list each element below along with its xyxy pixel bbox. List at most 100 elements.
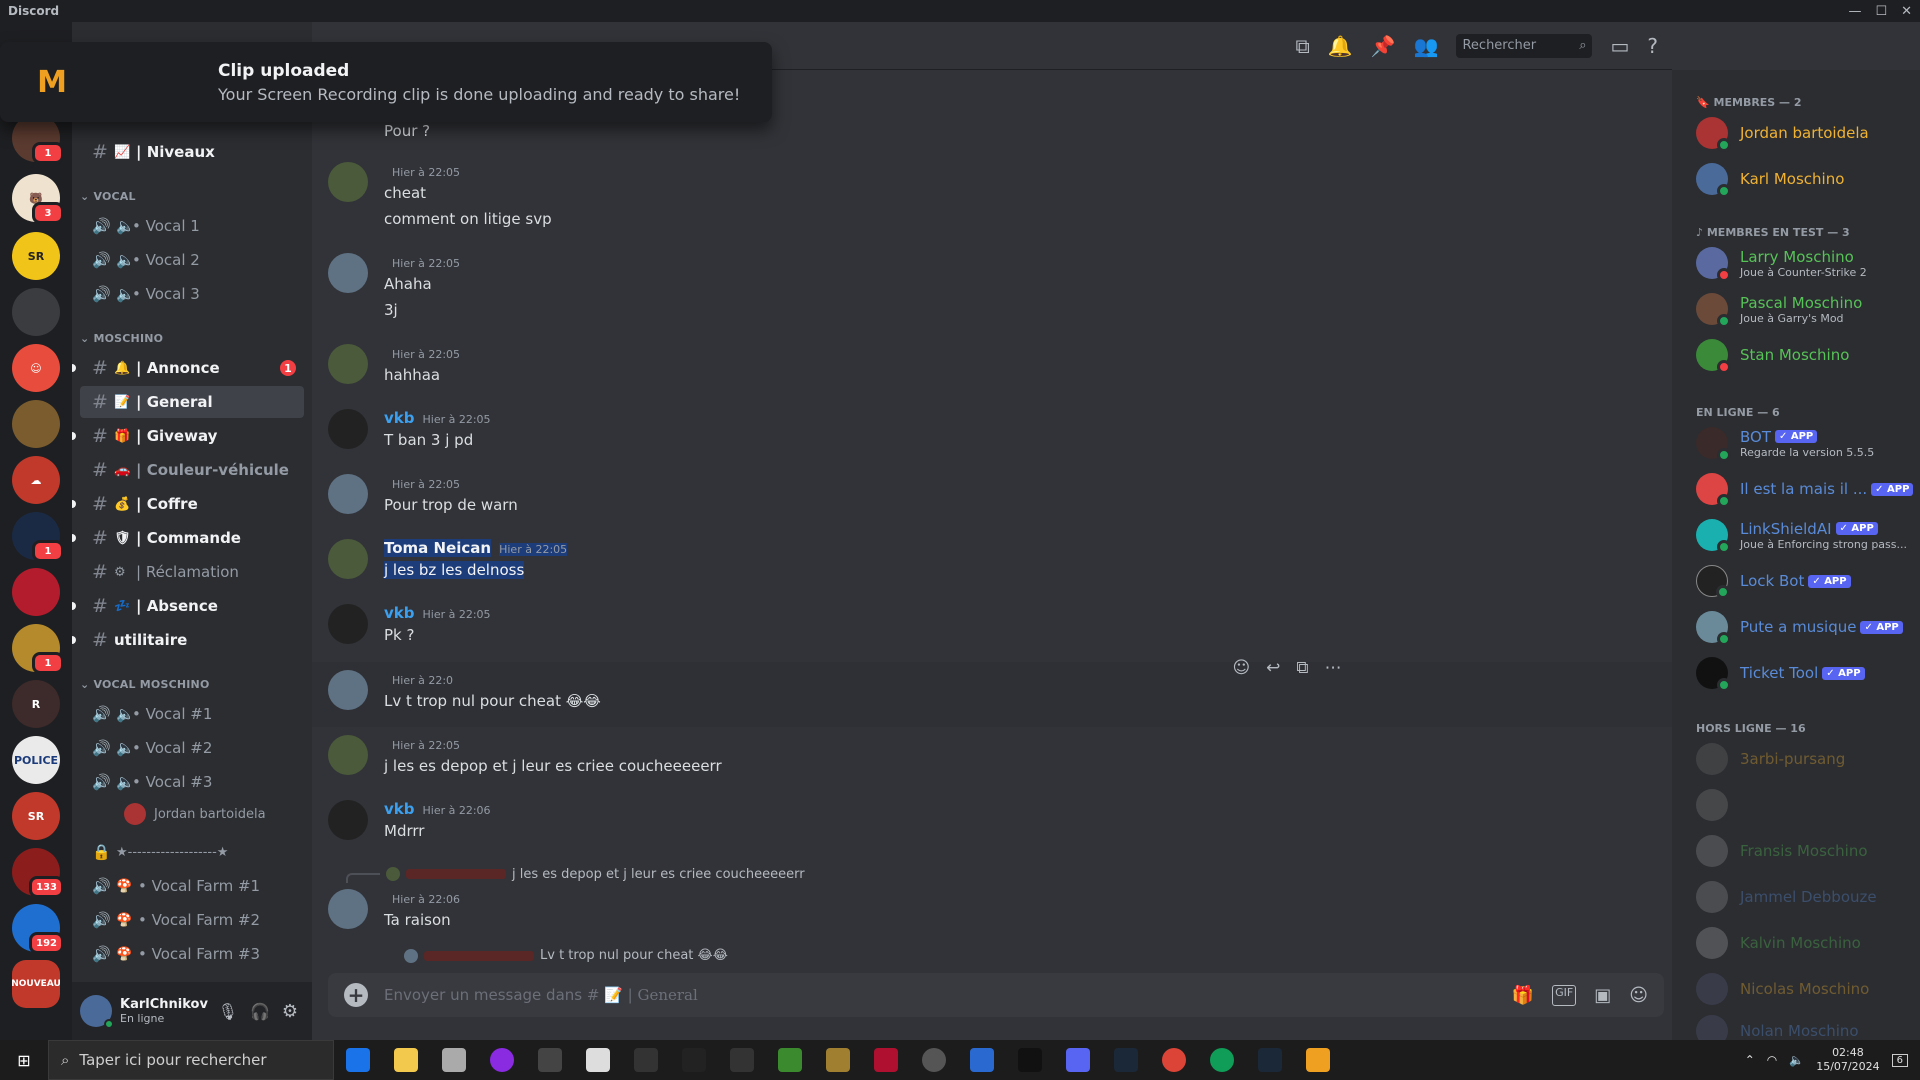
app-icon[interactable] [538, 1048, 562, 1072]
author-avatar[interactable] [328, 253, 368, 293]
author-name[interactable]: vkb Hier à 22:05 [384, 604, 491, 622]
thread-icon[interactable]: ⧉ [1296, 658, 1308, 678]
message-composer[interactable]: + Envoyer un message dans # 📝 | General … [328, 973, 1664, 1017]
notification-icon[interactable]: 6 [1891, 1053, 1908, 1067]
member-item-offline[interactable]: Nicolas Moschino [1696, 968, 1916, 1010]
chevron-up-icon[interactable]: ⌃ [1745, 1053, 1755, 1067]
voice-farm-1[interactable]: 🔊 🍄 • Vocal Farm #1 [80, 870, 304, 902]
server-icon-red[interactable]: 133 [12, 848, 64, 898]
server-icon-blue[interactable]: 192 [12, 904, 64, 954]
clip-uploaded-toast[interactable]: M Clip uploaded Your Screen Recording cl… [0, 42, 772, 122]
chrome-icon[interactable] [1162, 1048, 1186, 1072]
reply-preview[interactable]: Lv t trop nul pour cheat 😂😂 [404, 948, 728, 963]
reply-preview[interactable]: j les es depop et j leur es criee couche… [346, 865, 805, 883]
channel-reclamation[interactable]: # ⚙ | Réclamation [80, 556, 304, 588]
server-icon-squid[interactable] [12, 568, 60, 616]
author-avatar[interactable] [328, 800, 368, 840]
author-name[interactable]: Hier à 22:05 [384, 253, 460, 271]
maximize-icon[interactable]: ☐ [1875, 4, 1887, 19]
voice-farm-2[interactable]: 🔊 🍄 • Vocal Farm #2 [80, 904, 304, 936]
user-avatar[interactable] [80, 995, 114, 1029]
emoji-icon[interactable]: ☺ [1629, 985, 1648, 1006]
server-icon-gold[interactable]: 1 [12, 624, 64, 674]
channel-giveway[interactable]: # 🎁 | Giveway [72, 420, 304, 452]
voice-channel-3[interactable]: 🔊 🔈 • Vocal 3 [80, 278, 304, 310]
category-moschino[interactable]: ⌄ MOSCHINO [80, 332, 163, 345]
author-avatar[interactable] [328, 162, 368, 202]
edge-icon[interactable] [346, 1048, 370, 1072]
voice-channel-m1[interactable]: 🔊 🔈 • Vocal #1 [80, 698, 304, 730]
author-avatar[interactable] [328, 474, 368, 514]
server-icon-sr2[interactable]: SR [12, 792, 60, 840]
voice-farm-3[interactable]: 🔊 🍄 • Vocal Farm #3 [80, 938, 304, 970]
add-reaction-icon[interactable]: ☺ [1232, 658, 1250, 678]
channel-couleur-vehicule[interactable]: # 🚗 | Couleur-véhicule [80, 454, 304, 486]
member-item-offline[interactable]: Kalvin Moschino [1696, 922, 1916, 964]
member-item[interactable]: Il est la mais il ... ✓ APP [1696, 468, 1916, 510]
bell-icon[interactable]: 🔔 [1328, 34, 1353, 58]
voice-channel-1[interactable]: 🔊 🔈 • Vocal 1 [80, 210, 304, 242]
members-icon[interactable]: 👥 [1414, 34, 1439, 58]
channel-absence[interactable]: # 💤 | Absence [72, 590, 304, 622]
member-item[interactable]: Karl Moschino [1696, 158, 1916, 200]
server-icon-ramirez[interactable]: R [12, 680, 60, 728]
app-icon[interactable] [682, 1048, 706, 1072]
author-name[interactable]: Hier à 22:05 [384, 344, 460, 362]
category-vocal[interactable]: ⌄ VOCAL [80, 190, 136, 203]
author-name[interactable]: vkb Hier à 22:05 [384, 409, 491, 427]
server-icon-clown[interactable]: ☺ [12, 344, 60, 392]
steam-icon[interactable] [1258, 1048, 1282, 1072]
help-icon[interactable]: ? [1647, 34, 1658, 58]
member-item[interactable]: LinkShieldAI ✓ APP Joue à Enforcing strong… [1696, 514, 1916, 556]
app-icon[interactable] [490, 1048, 514, 1072]
server-icon-bear[interactable]: 🐻 3 [12, 174, 64, 224]
minimize-icon[interactable]: — [1848, 4, 1861, 19]
inbox-icon[interactable]: ▭ [1610, 34, 1629, 58]
settings-gear-icon[interactable]: ⚙ [282, 1001, 298, 1022]
notepad-icon[interactable] [586, 1048, 610, 1072]
author-avatar[interactable] [328, 409, 368, 449]
discord-icon[interactable] [1066, 1048, 1090, 1072]
server-icon-warrior[interactable] [12, 400, 60, 448]
author-avatar[interactable] [328, 889, 368, 929]
clock[interactable]: 02:48 15/07/2024 [1816, 1046, 1879, 1074]
headphones-icon[interactable]: 🎧 [250, 1002, 270, 1021]
message-input[interactable]: Envoyer un message dans # 📝 | General [384, 986, 1512, 1004]
member-item-offline[interactable] [1696, 784, 1916, 826]
member-item[interactable]: Stan Moschino [1696, 334, 1916, 376]
search-input[interactable]: Rechercher ⌕ [1456, 33, 1593, 58]
member-item-offline[interactable]: Fransis Moschino [1696, 830, 1916, 872]
voice-channel-m3[interactable]: 🔊 🔈 • Vocal #3 [80, 766, 304, 798]
taskbar-search[interactable]: ⌕ Taper ici pour rechercher [48, 1040, 334, 1080]
member-item[interactable]: Larry Moschino Joue à Counter-Strike 2 [1696, 242, 1916, 284]
member-item-offline[interactable]: Nolan Moschino [1696, 1010, 1916, 1040]
member-item[interactable]: Lock Bot ✓ APP [1696, 560, 1916, 602]
threads-icon[interactable]: ⧉ [1295, 34, 1309, 58]
author-name[interactable]: Hier à 22:05 [384, 474, 460, 492]
server-icon-dark[interactable] [12, 288, 60, 336]
steam-icon[interactable] [1114, 1048, 1138, 1072]
add-attachment-icon[interactable]: + [344, 983, 368, 1007]
channel-commande[interactable]: # 🛡 | Commande [72, 522, 304, 554]
author-avatar[interactable] [328, 670, 368, 710]
channel-coffre[interactable]: # 💰 | Coffre [72, 488, 304, 520]
author-name[interactable]: Hier à 22:05 [384, 735, 460, 753]
gift-icon[interactable]: 🎁 [1512, 985, 1534, 1006]
app-icon[interactable] [922, 1048, 946, 1072]
voice-user[interactable]: Jordan bartoidela [80, 800, 304, 828]
author-avatar[interactable] [328, 344, 368, 384]
windows-start-icon[interactable]: ⊞ [0, 1040, 48, 1080]
author-avatar[interactable] [328, 604, 368, 644]
sticker-icon[interactable]: ▣ [1594, 985, 1611, 1006]
author-name[interactable]: Hier à 22:0 [384, 670, 453, 688]
app-icon[interactable] [442, 1048, 466, 1072]
close-icon[interactable]: ✕ [1901, 4, 1912, 19]
more-icon[interactable]: ⋯ [1325, 658, 1342, 678]
channel-utilitaire[interactable]: # utilitaire [72, 624, 304, 656]
member-item[interactable]: Pute a musique ✓ APP [1696, 606, 1916, 648]
reply-icon[interactable]: ↩ [1266, 658, 1280, 678]
server-icon-new[interactable]: NOUVEAU [11, 960, 61, 1008]
volume-icon[interactable]: 🔈 [1789, 1053, 1804, 1067]
medal-icon[interactable] [1306, 1048, 1330, 1072]
wifi-icon[interactable]: ◠ [1767, 1053, 1777, 1067]
